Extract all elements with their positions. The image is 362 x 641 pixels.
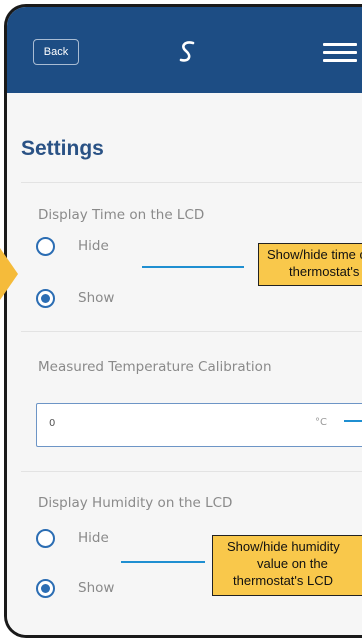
back-button[interactable]: Back: [33, 39, 79, 65]
callout-line: Show/hide humidity: [227, 539, 340, 554]
divider: [21, 471, 362, 472]
top-navigation-bar: Back: [7, 7, 362, 93]
arrow-pointer-icon: [0, 248, 18, 300]
time-callout: Show/hide time on the thermostat's LCD: [258, 243, 362, 286]
callout-line: thermostat's LCD: [289, 264, 362, 279]
callout-line: Show/hide time on the: [267, 247, 362, 262]
radio-label: Hide: [78, 238, 109, 254]
callout-pointer-line: [344, 420, 362, 422]
radio-label: Hide: [78, 530, 109, 546]
radio-label: Show: [78, 580, 115, 596]
radio-hide-time[interactable]: [36, 237, 55, 256]
humidity-callout: Show/hide humidity value on the thermost…: [212, 535, 362, 596]
calibration-label: Measured Temperature Calibration: [38, 359, 272, 375]
calibration-unit: °C: [315, 417, 327, 428]
callout-pointer-line: [121, 561, 205, 563]
radio-label: Show: [78, 290, 115, 306]
callout-pointer-line: [142, 266, 244, 268]
calibration-value: 0: [49, 418, 56, 429]
display-time-label: Display Time on the LCD: [38, 207, 205, 223]
divider: [21, 182, 362, 183]
salus-logo-icon[interactable]: [173, 37, 203, 67]
radio-show-humidity[interactable]: [36, 579, 55, 598]
page-title: Settings: [21, 137, 104, 160]
display-humidity-label: Display Humidity on the LCD: [38, 495, 233, 511]
callout-line: thermostat's LCD: [233, 573, 334, 588]
divider: [21, 331, 362, 332]
hamburger-menu-icon[interactable]: [323, 43, 357, 65]
radio-show-time[interactable]: [36, 289, 55, 308]
callout-line: value on the: [257, 556, 328, 571]
calibration-input[interactable]: 0 °C: [36, 403, 362, 447]
radio-hide-humidity[interactable]: [36, 529, 55, 548]
